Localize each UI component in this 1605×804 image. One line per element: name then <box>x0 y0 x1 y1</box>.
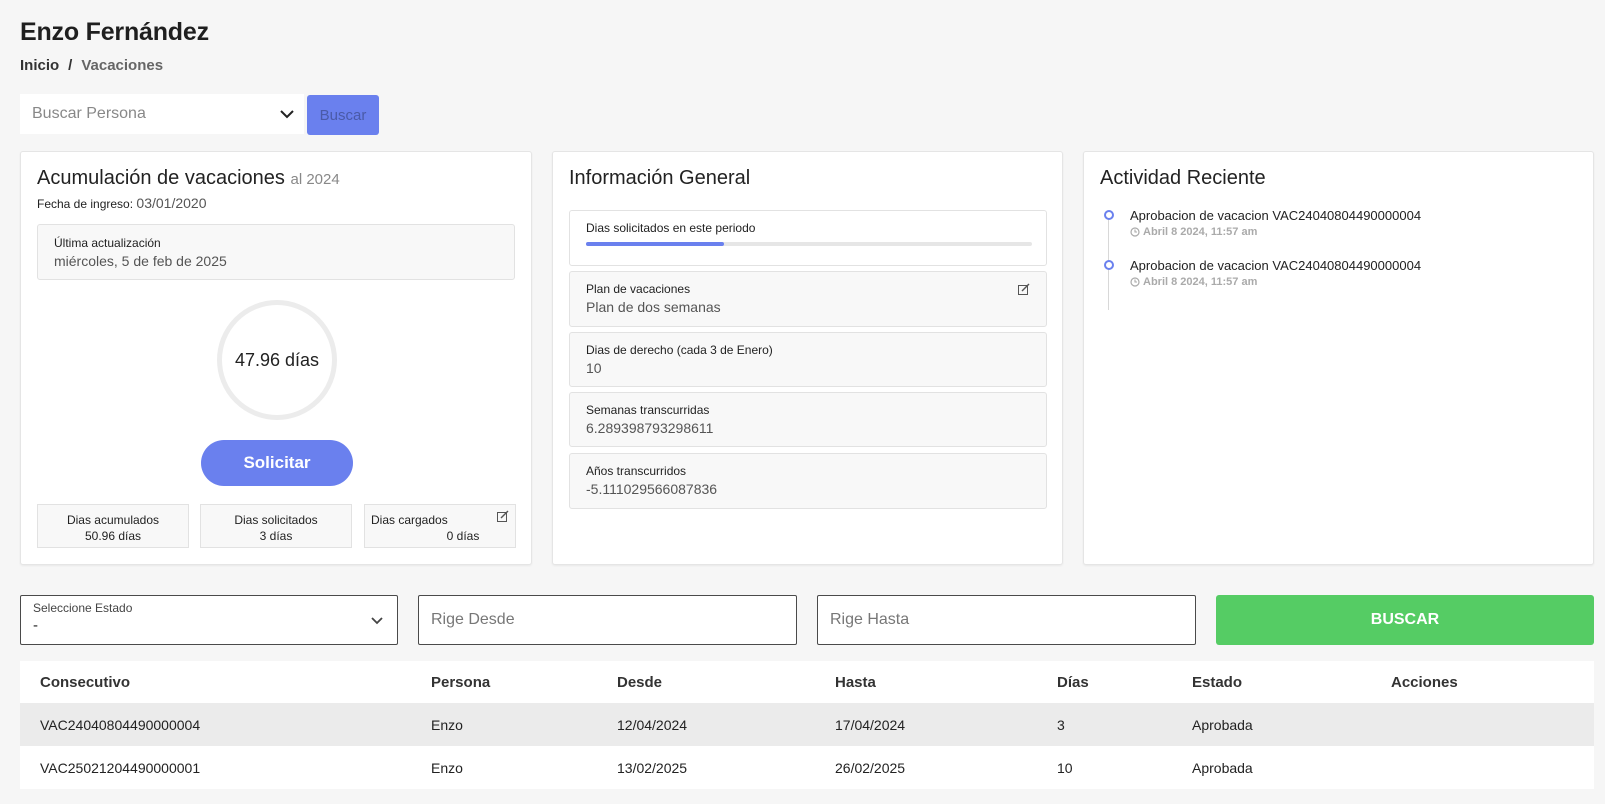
years-elapsed-box: Años transcurridos -5.111029566087836 <box>569 453 1047 509</box>
page-title: Enzo Fernández <box>20 18 209 46</box>
person-search-button[interactable]: Buscar <box>307 95 379 135</box>
table-cell: Enzo <box>431 759 463 776</box>
general-info-card: Información General Dias solicitados en … <box>552 151 1063 565</box>
column-header[interactable]: Desde <box>617 674 835 691</box>
chevron-down-icon[interactable] <box>369 612 385 628</box>
table-cell: Enzo <box>431 716 463 733</box>
accumulation-card: Acumulación de vacaciones al 2024 Fecha … <box>20 151 532 565</box>
accumulation-title: Acumulación de vacaciones al 2024 <box>37 167 340 189</box>
recent-activity-title: Actividad Reciente <box>1100 167 1266 189</box>
from-date-input[interactable] <box>418 595 797 645</box>
requested-period-label: Dias solicitados en este periodo <box>586 221 756 235</box>
edit-icon[interactable] <box>497 510 509 522</box>
table-cell: 12/04/2024 <box>617 716 688 733</box>
years-elapsed-value: -5.111029566087836 <box>586 481 718 497</box>
chevron-down-icon[interactable] <box>278 105 296 123</box>
table-row[interactable]: VAC24040804490000004 Enzo 12/04/2024 17/… <box>20 703 1594 746</box>
person-search-combobox[interactable] <box>20 94 304 134</box>
breadcrumb-home[interactable]: Inicio <box>20 57 59 74</box>
table-cell: Aprobada <box>1192 716 1253 733</box>
status-select-label: Seleccione Estado <box>33 601 133 615</box>
timeline-dot <box>1104 210 1114 220</box>
recent-activity-card: Actividad Reciente Aprobacion de vacacio… <box>1083 151 1594 565</box>
accumulation-year: al 2024 <box>290 171 340 188</box>
column-header[interactable]: Estado <box>1192 674 1391 691</box>
table-cell: 26/02/2025 <box>835 759 906 776</box>
last-update-label: Última actualización <box>54 236 161 250</box>
entry-date: Fecha de ingreso: 03/01/2020 <box>37 195 207 211</box>
table-cell: 17/04/2024 <box>835 716 906 733</box>
column-header[interactable]: Consecutivo <box>20 674 431 691</box>
breadcrumb-current: Vacaciones <box>81 57 164 74</box>
entry-date-value: 03/01/2020 <box>136 195 207 211</box>
weeks-elapsed-box: Semanas transcurridas 6.289398793298611 <box>569 392 1047 447</box>
clock-icon <box>1130 227 1140 237</box>
entitled-days-label: Dias de derecho (cada 3 de Enero) <box>586 343 773 357</box>
vacation-plan-value: Plan de dos semanas <box>586 299 721 315</box>
timeline-dot <box>1104 260 1114 270</box>
column-header[interactable]: Días <box>1057 674 1192 691</box>
stat-accumulated-days: Dias acumulados 50.96 días <box>37 504 189 548</box>
column-header[interactable]: Persona <box>431 674 617 691</box>
entitled-days-value: 10 <box>586 360 602 376</box>
general-info-title: Información General <box>569 167 751 189</box>
weeks-elapsed-label: Semanas transcurridas <box>586 403 710 417</box>
status-select-value: - <box>33 617 38 634</box>
breadcrumb-separator: / <box>68 57 73 74</box>
requested-period-box: Dias solicitados en este periodo <box>569 210 1047 266</box>
to-date-input[interactable] <box>817 595 1196 645</box>
table-cell: 10 <box>1057 759 1073 776</box>
breadcrumb: Inicio / Vacaciones <box>20 57 163 74</box>
table-row[interactable]: VAC25021204490000001 Enzo 13/02/2025 26/… <box>20 746 1594 789</box>
stat-requested-days: Dias solicitados 3 días <box>200 504 352 548</box>
activity-item: Aprobacion de vacacion VAC24040804490000… <box>1104 208 1421 258</box>
stat-loaded-days: Dias cargados 0 días <box>364 504 516 548</box>
column-header[interactable]: Acciones <box>1391 674 1594 691</box>
table-header: Consecutivo Persona Desde Hasta Días Est… <box>20 661 1594 703</box>
clock-icon <box>1130 277 1140 287</box>
total-days-circle: 47.96 días <box>217 300 337 420</box>
requested-period-progress <box>586 242 1032 246</box>
request-vacation-button[interactable]: Solicitar <box>201 440 353 486</box>
weeks-elapsed-value: 6.289398793298611 <box>586 420 714 436</box>
table-cell: Aprobada <box>1192 759 1253 776</box>
status-select[interactable]: Seleccione Estado - <box>20 595 398 645</box>
edit-icon[interactable] <box>1018 283 1030 295</box>
vacation-plan-label: Plan de vacaciones <box>586 282 691 296</box>
column-header[interactable]: Hasta <box>835 674 1057 691</box>
vacations-table: Consecutivo Persona Desde Hasta Días Est… <box>20 661 1594 789</box>
activity-item: Aprobacion de vacacion VAC24040804490000… <box>1104 258 1421 308</box>
last-update-value: miércoles, 5 de feb de 2025 <box>54 253 227 269</box>
table-cell: 3 <box>1057 716 1065 733</box>
table-cell: 13/02/2025 <box>617 759 688 776</box>
table-cell: VAC24040804490000004 <box>40 716 201 733</box>
entitled-days-box: Dias de derecho (cada 3 de Enero) 10 <box>569 332 1047 387</box>
filter-search-button[interactable]: BUSCAR <box>1216 595 1594 645</box>
last-update-box: Última actualización miércoles, 5 de feb… <box>37 224 515 280</box>
table-cell: VAC25021204490000001 <box>40 759 201 776</box>
vacation-plan-box: Plan de vacaciones Plan de dos semanas <box>569 271 1047 327</box>
activity-timeline: Aprobacion de vacacion VAC24040804490000… <box>1104 208 1421 310</box>
progress-fill <box>586 242 725 246</box>
person-search-input[interactable] <box>20 94 260 134</box>
years-elapsed-label: Años transcurridos <box>586 464 687 478</box>
